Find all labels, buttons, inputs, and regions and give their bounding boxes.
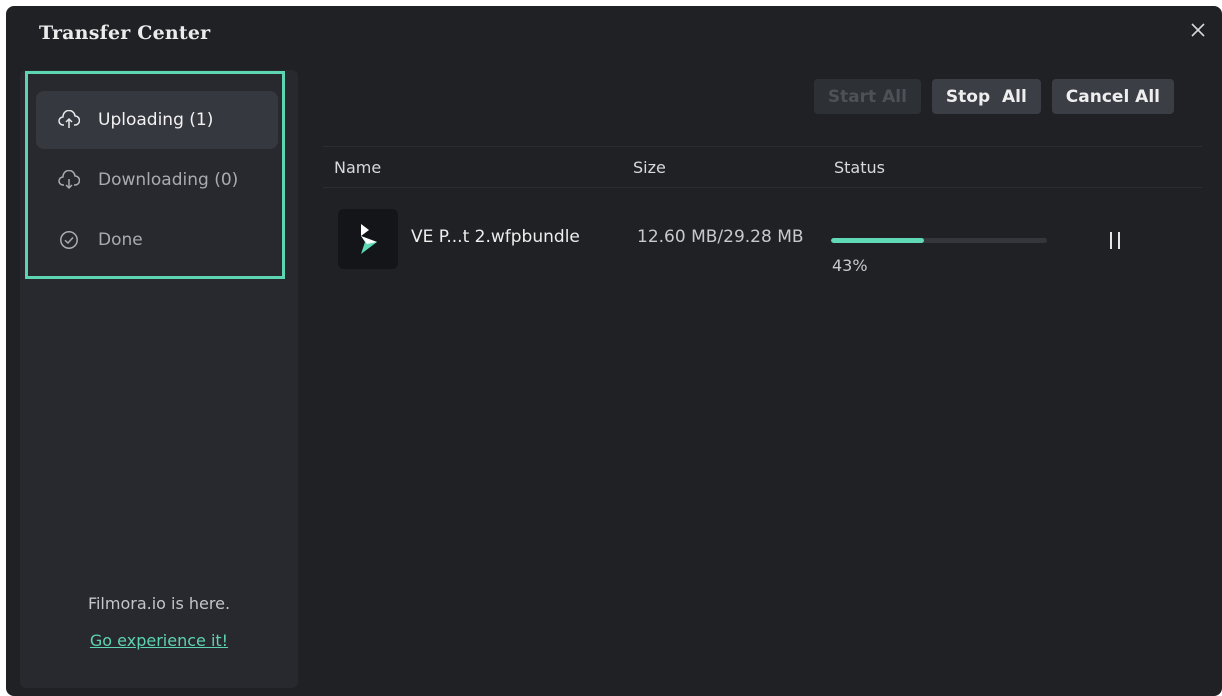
progress-bar bbox=[831, 238, 1047, 243]
cloud-upload-icon bbox=[58, 109, 80, 131]
promo-text: Filmora.io is here. bbox=[87, 594, 231, 613]
table-header-divider bbox=[323, 187, 1202, 188]
sidebar-item-uploading[interactable]: Uploading (1) bbox=[36, 91, 278, 149]
start-all-button[interactable]: Start All bbox=[813, 79, 921, 114]
sidebar-item-downloading[interactable]: Downloading (0) bbox=[36, 151, 278, 209]
sidebar-item-label: Uploading (1) bbox=[98, 110, 214, 130]
cancel-all-button[interactable]: Cancel All bbox=[1051, 79, 1174, 114]
file-name: VE P...t 2.wfpbundle bbox=[411, 227, 580, 247]
toolbar: Start All Stop All Cancel All bbox=[813, 79, 1174, 114]
column-header-status: Status bbox=[834, 158, 885, 177]
window-title: Transfer Center bbox=[39, 22, 211, 44]
pause-bar bbox=[1110, 231, 1112, 249]
sidebar-item-done[interactable]: Done bbox=[36, 211, 278, 269]
column-header-size: Size bbox=[633, 158, 666, 177]
sidebar: Uploading (1) Downloading (0) Done Filmo… bbox=[20, 70, 298, 688]
table-top-divider bbox=[323, 146, 1202, 147]
stop-all-button[interactable]: Stop All bbox=[931, 79, 1041, 114]
progress-percent: 43% bbox=[832, 256, 868, 275]
progress-bar-fill bbox=[831, 238, 924, 243]
promo-link[interactable]: Go experience it! bbox=[20, 631, 298, 650]
check-circle-icon bbox=[58, 229, 80, 251]
column-header-name: Name bbox=[334, 158, 382, 177]
transfer-center-window: Transfer Center Uploading (1) Downloadin… bbox=[6, 6, 1222, 696]
sidebar-item-label: Downloading (0) bbox=[98, 170, 239, 190]
table-row[interactable]: VE P...t 2.wfpbundle 12.60 MB/29.28 MB 4… bbox=[323, 202, 1202, 275]
pause-icon[interactable] bbox=[1103, 228, 1127, 252]
sidebar-item-label: Done bbox=[98, 230, 143, 250]
close-icon[interactable] bbox=[1188, 20, 1208, 40]
filmora-file-icon bbox=[338, 209, 398, 269]
pause-bar bbox=[1118, 231, 1120, 249]
cloud-download-icon bbox=[58, 169, 80, 191]
file-size: 12.60 MB/29.28 MB bbox=[637, 227, 804, 247]
